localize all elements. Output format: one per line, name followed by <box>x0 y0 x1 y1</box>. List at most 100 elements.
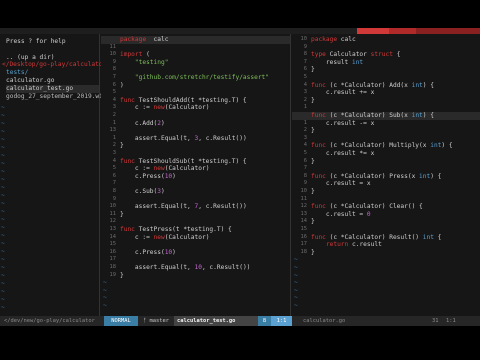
code-line[interactable]: assert.Equal(t, 7, c.Result()) <box>120 203 247 211</box>
code-line[interactable]: "github.com/stretchr/testify/assert" <box>120 74 269 82</box>
code-token: (c *Calculator) Clear() { <box>325 203 423 211</box>
code-line[interactable]: func TestShouldAdd(t *testing.T) { <box>120 97 247 105</box>
empty-line-marker: ~ <box>1 304 5 311</box>
code-line[interactable]: assert.Equal(t, 10, c.Result()) <box>120 264 251 272</box>
empty-line-marker: ~ <box>1 144 5 151</box>
code-line[interactable]: func (c *Calculator) Add(x int) { <box>311 82 434 90</box>
code-line[interactable]: c := new(Calculator) <box>120 104 210 112</box>
code-line[interactable]: func (c *Calculator) Press(x int) { <box>311 173 441 181</box>
code-token: calc <box>146 36 169 43</box>
line-number: 8 <box>303 172 307 179</box>
line-number: 9 <box>112 195 116 202</box>
code-line[interactable]: package calc <box>120 36 168 44</box>
code-token: func <box>311 142 326 150</box>
code-line[interactable]: } <box>311 249 315 257</box>
code-token: func <box>311 172 326 180</box>
code-line[interactable]: func (c *Calculator) Clear() { <box>311 203 423 211</box>
empty-line-marker: ~ <box>294 294 298 302</box>
code-token: int <box>430 142 442 150</box>
empty-line-marker: ~ <box>1 104 5 111</box>
empty-line-marker: ~ <box>1 128 5 135</box>
empty-line-marker: ~ <box>1 272 5 279</box>
code-line[interactable]: c := new(Calculator) <box>120 233 210 242</box>
code-line[interactable]: c.Sub(3) <box>120 188 165 196</box>
line-number: 2 <box>303 96 307 103</box>
line-number: 2 <box>303 127 307 134</box>
code-line[interactable]: } <box>120 272 124 280</box>
tree-file-calculator-test[interactable]: calculator_test.go <box>6 85 99 93</box>
code-token: } <box>311 96 315 104</box>
code-line[interactable]: "testing" <box>120 59 169 67</box>
line-number: 1 <box>303 119 307 126</box>
code-token: assert.Equal(t, <box>120 264 195 271</box>
code-line[interactable]: c.result -= x <box>311 120 374 128</box>
editor-pane-test-file[interactable]: 1211109876543211312345678910111213141516… <box>101 34 291 316</box>
code-line[interactable]: func (c *Calculator) Sub(x int) { <box>311 112 434 120</box>
code-line[interactable]: assert.Equal(t, 3, c.Result()) <box>120 135 247 143</box>
code-token: TestShouldSub(t *testing.T) { <box>134 157 247 165</box>
code-line[interactable]: } <box>311 97 315 105</box>
code-line[interactable]: } <box>311 127 315 135</box>
line-number: 3 <box>112 104 116 111</box>
line-number-gutter: 1211109876543211312345678910111213141516… <box>101 34 117 316</box>
code-token: package <box>311 36 338 43</box>
code-token: } <box>120 210 124 218</box>
line-number: 9 <box>112 58 116 65</box>
code-line[interactable]: ) <box>120 82 124 90</box>
code-line[interactable]: package calc <box>311 36 356 44</box>
code-line[interactable]: } <box>311 66 315 74</box>
code-line[interactable]: func TestShouldSub(t *testing.T) { <box>120 158 247 166</box>
tree-dir-tests[interactable]: tests/ <box>6 69 28 77</box>
code-token: "github.com/stretchr/testify/assert" <box>120 74 270 81</box>
code-line[interactable]: c.Press(10) <box>120 173 176 181</box>
code-line[interactable]: } <box>311 218 315 226</box>
empty-line-marker: ~ <box>1 200 5 207</box>
line-number: 14 <box>109 233 117 240</box>
status-right-position: 1:1 <box>446 318 456 324</box>
tree-file-wiki[interactable]: godog_27_september_2019.wiki <box>6 93 110 101</box>
status-percent: 8 <box>258 316 271 326</box>
code-line[interactable]: func (c *Calculator) Result() int { <box>311 234 441 242</box>
code-line[interactable]: type Calculator struct { <box>311 51 400 59</box>
code-line[interactable]: import ( <box>120 51 150 59</box>
empty-line-marker: ~ <box>1 256 5 263</box>
code-token: c.result = <box>311 210 367 218</box>
code-line[interactable]: } <box>120 211 124 219</box>
empty-line-marker: ~ <box>1 184 5 191</box>
code-token: } <box>311 188 315 195</box>
code-line[interactable]: c.Press(10) <box>120 249 176 257</box>
code-line[interactable]: result int <box>311 59 363 67</box>
code-line[interactable]: c.result += x <box>311 89 374 97</box>
code-line[interactable]: c.result *= x <box>311 150 374 158</box>
code-line[interactable]: func (c *Calculator) Multiply(x int) { <box>311 142 453 150</box>
line-number: 2 <box>112 112 116 118</box>
code-token: (c *Calculator) Add(x <box>325 81 412 89</box>
code-line[interactable]: c.result = x <box>311 180 371 188</box>
code-line[interactable]: c.result = 0 <box>311 211 371 219</box>
code-line[interactable]: func TestPress(t *testing.T) { <box>120 226 232 234</box>
code-line[interactable]: } <box>120 142 124 150</box>
empty-line-marker: ~ <box>294 264 298 271</box>
empty-line-marker: ~ <box>1 280 5 287</box>
line-number: 6 <box>303 66 307 73</box>
editor-pane-source-file[interactable]: 1098765432111123456789101112131415161718… <box>292 34 480 316</box>
code-token: new <box>153 233 165 241</box>
line-number: 3 <box>303 89 307 96</box>
status-branch-label: master <box>149 318 169 324</box>
tree-file-calculator[interactable]: calculator.go <box>6 77 54 85</box>
empty-line-marker: ~ <box>103 279 107 287</box>
code-token: (Calculator) <box>164 165 210 173</box>
empty-line-marker: ~ <box>1 120 5 127</box>
line-number: 7 <box>112 74 116 80</box>
line-number: 1 <box>303 104 307 111</box>
code-line[interactable]: c := new(Calculator) <box>120 165 210 173</box>
line-number: 1 <box>112 134 116 141</box>
status-bar: </dev/new/go-play/calculator NORMAL ᚠ ma… <box>0 316 480 326</box>
line-number: 8 <box>303 51 307 58</box>
code-line[interactable]: return c.result <box>311 241 382 249</box>
code-line[interactable]: } <box>311 158 315 166</box>
empty-line-marker: ~ <box>294 279 298 287</box>
code-line[interactable]: } <box>311 188 315 196</box>
line-number: 4 <box>112 157 116 164</box>
code-line[interactable]: c.Add(2) <box>120 120 165 128</box>
